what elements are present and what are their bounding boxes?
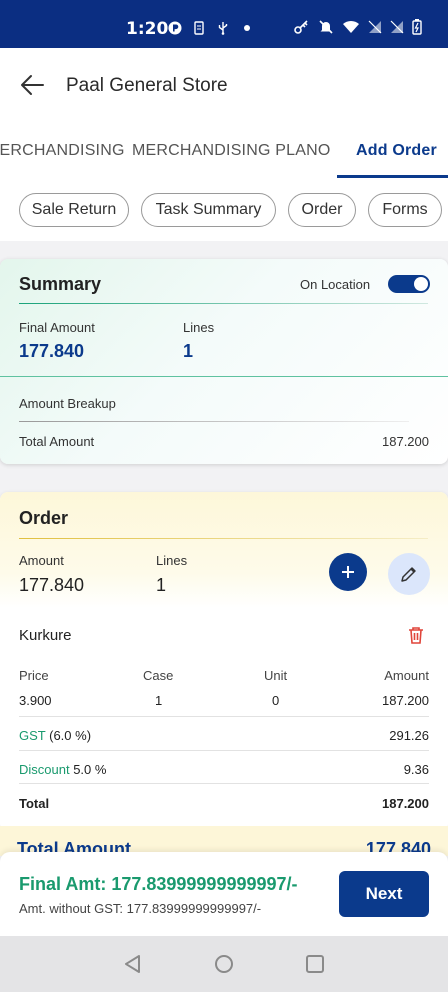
summary-divider — [19, 303, 428, 304]
item-total-value: 187.200 — [382, 796, 429, 811]
summary-title: Summary — [19, 274, 102, 294]
edit-order-button[interactable] — [388, 553, 430, 595]
on-location-label: On Location — [300, 277, 371, 292]
on-location-toggle[interactable] — [388, 275, 430, 293]
col-unit-header: Unit — [264, 668, 288, 683]
item-price: 3.900 — [19, 693, 52, 708]
summary-card: Summary On Location Final Amount 177.840… — [0, 259, 448, 464]
chip-forms[interactable]: Forms — [368, 193, 442, 227]
signal-icon — [390, 20, 404, 34]
order-lines-label: Lines — [156, 553, 188, 568]
dot-icon — [240, 21, 254, 35]
vpn-key-icon — [294, 20, 310, 34]
gst-value: 291.26 — [389, 728, 429, 743]
col-amount-header: Amount — [384, 668, 429, 683]
tab-merchandising-plano[interactable]: MERCHANDISING PLANO — [132, 142, 331, 160]
item-case: 1 — [155, 693, 163, 708]
system-nav-bar — [0, 936, 448, 992]
col-price-header: Price — [19, 668, 49, 683]
final-amount-value: 177.840 — [19, 341, 85, 361]
page-title: Paal General Store — [66, 75, 228, 96]
row-divider — [19, 750, 429, 751]
nav-back-icon[interactable] — [123, 954, 143, 974]
battery-icon — [412, 19, 422, 35]
chip-order[interactable]: Order — [288, 193, 356, 227]
final-amt-text: Final Amt: 177.83999999999997/- — [19, 874, 298, 894]
phone-icon — [192, 21, 206, 35]
order-divider — [19, 538, 428, 539]
lines-value: 1 — [183, 341, 194, 361]
breakup-divider — [19, 421, 409, 422]
app-icon — [168, 21, 182, 35]
order-lines-value: 1 — [156, 575, 167, 595]
next-button[interactable]: Next — [339, 871, 429, 917]
total-amount-value: 187.200 — [382, 434, 429, 449]
usb-icon — [216, 21, 230, 35]
wifi-icon — [342, 20, 360, 34]
final-amount-label: Final Amount — [19, 320, 95, 335]
discount-row-label: Discount 5.0 % — [19, 762, 106, 777]
order-card: Order Amount 177.840 Lines 1 Kurkure Pri… — [0, 492, 448, 832]
nav-recents-icon[interactable] — [305, 954, 325, 974]
gst-rate: (6.0 %) — [49, 728, 92, 743]
delete-trash-icon[interactable] — [405, 624, 427, 646]
order-title: Order — [19, 508, 69, 528]
pencil-icon — [401, 567, 416, 582]
status-bar: 1:20 — [0, 0, 448, 48]
discount-value: 9.36 — [403, 762, 429, 777]
signal-icon — [368, 20, 382, 34]
item-total-label: Total — [19, 796, 50, 811]
item-name: Kurkure — [19, 627, 72, 644]
tab-bar: MERCHANDISING MERCHANDISING PLANO Add Or… — [0, 124, 448, 179]
total-amount-label: Total Amount — [19, 434, 95, 449]
active-tab-indicator — [337, 175, 448, 178]
back-arrow-icon[interactable] — [20, 74, 46, 96]
col-case-header: Case — [143, 668, 174, 683]
tab-add-order[interactable]: Add Order — [356, 142, 437, 160]
discount-label: Discount — [19, 762, 70, 777]
plus-icon — [342, 566, 354, 578]
item-amount: 187.200 — [382, 693, 429, 708]
chip-task-summary[interactable]: Task Summary — [141, 193, 276, 227]
add-item-button[interactable] — [329, 553, 367, 591]
row-divider — [19, 783, 429, 784]
order-amount-label: Amount — [19, 553, 64, 568]
checkout-bar: Final Amt: 177.83999999999997/- Amt. wit… — [0, 852, 448, 936]
app-bar: Paal General Store — [0, 48, 448, 124]
gst-row-label: GST (6.0 %) — [19, 728, 91, 743]
summary-mid-divider — [0, 376, 448, 377]
amount-breakup-label: Amount Breakup — [19, 396, 116, 411]
gst-label: GST — [19, 728, 46, 743]
chip-sale-return[interactable]: Sale Return — [19, 193, 129, 227]
lines-label: Lines — [183, 320, 215, 335]
mute-icon — [318, 20, 334, 34]
nav-home-icon[interactable] — [214, 954, 234, 974]
chip-row: Sale Return Task Summary Order Forms — [0, 179, 448, 241]
status-time: 1:20 — [126, 19, 169, 39]
discount-rate: 5.0 % — [73, 762, 107, 777]
amt-without-gst-text: Amt. without GST: 177.83999999999997/- — [19, 901, 262, 916]
order-amount-value: 177.840 — [19, 575, 85, 595]
item-unit: 0 — [272, 693, 280, 708]
row-divider — [19, 716, 429, 717]
tab-merchandising[interactable]: MERCHANDISING — [0, 142, 125, 160]
